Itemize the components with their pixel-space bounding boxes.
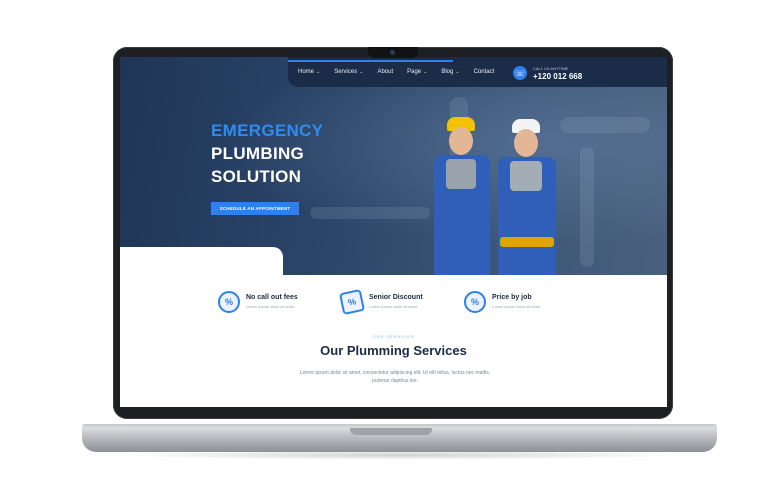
services-title: Our Plumming Services [320, 343, 467, 358]
hero-section: EMERGENCY PLUMBING SOLUTION SCHEDULE AN … [120, 57, 667, 275]
nav-label: Services [334, 69, 358, 75]
nav-item-blog[interactable]: Blog ⌄ [441, 69, 459, 75]
chevron-down-icon: ⌄ [423, 69, 428, 75]
chevron-down-icon: ⌄ [316, 69, 321, 75]
hero-title-line1: EMERGENCY [211, 121, 324, 140]
background-pipe [310, 207, 430, 219]
main-nav: Home ⌄ Services ⌄ About Page ⌄ Blog ⌄ Contac… [298, 69, 494, 75]
services-description: Lorem ipsum dolor sit amet, consectetur … [299, 370, 491, 384]
nav-item-contact[interactable]: Contact [474, 69, 495, 75]
nav-item-about[interactable]: About [377, 69, 393, 75]
feature-title: No call out fees [246, 294, 298, 301]
price-icon: % [464, 291, 486, 313]
nav-label: Blog [441, 69, 454, 75]
background-pipe [560, 117, 650, 133]
feature-price-by-job: % Price by job Lorem ipsum dolor sit ame… [464, 291, 540, 313]
camera-icon [390, 50, 395, 55]
feature-no-call-out-fees: % No call out fees Lorem ipsum dolor sit… [218, 291, 298, 313]
nav-item-services[interactable]: Services ⌄ [334, 69, 363, 75]
chevron-down-icon: ⌄ [359, 69, 364, 75]
header-accent-line [288, 60, 453, 62]
badge-percent-icon: % [218, 291, 240, 313]
schedule-appointment-button[interactable]: SCHEDULE AN APPOINTMENT [211, 202, 299, 215]
call-label: CALL US ANYTIME [533, 66, 569, 71]
phone-number[interactable]: +120 012 668 [533, 72, 582, 81]
hero-title-line2: PLUMBING [211, 144, 305, 163]
website-screen: EMERGENCY PLUMBING SOLUTION SCHEDULE AN … [120, 57, 667, 407]
content-tab-shape [120, 247, 283, 277]
nav-item-home[interactable]: Home ⌄ [298, 69, 320, 75]
nav-label: Home [298, 69, 315, 75]
worker-right-figure [496, 119, 558, 275]
hero-title-line3: SOLUTION [211, 167, 302, 186]
feature-subtitle: Lorem ipsum dolor sit amet [492, 304, 541, 309]
feature-title: Senior Discount [369, 294, 423, 301]
feature-subtitle: Lorem ipsum dolor sit amet [246, 304, 295, 309]
nav-label: About [377, 69, 394, 75]
nav-item-page[interactable]: Page ⌄ [407, 69, 427, 75]
feature-senior-discount: % Senior Discount Lorem ipsum dolor sit … [338, 288, 423, 316]
worker-left-figure [432, 117, 492, 275]
services-eyebrow: OUR SERVICES [372, 334, 415, 339]
tag-icon: % [338, 288, 366, 316]
phone-icon[interactable]: ☏ [513, 66, 527, 80]
nav-label: Page [407, 69, 422, 75]
chevron-down-icon: ⌄ [455, 69, 460, 75]
laptop-groove [350, 428, 432, 435]
feature-subtitle: Lorem ipsum dolor sit amet [369, 304, 418, 309]
nav-label: Contact [473, 69, 495, 75]
feature-title: Price by job [492, 294, 532, 301]
background-pipe [580, 147, 594, 267]
